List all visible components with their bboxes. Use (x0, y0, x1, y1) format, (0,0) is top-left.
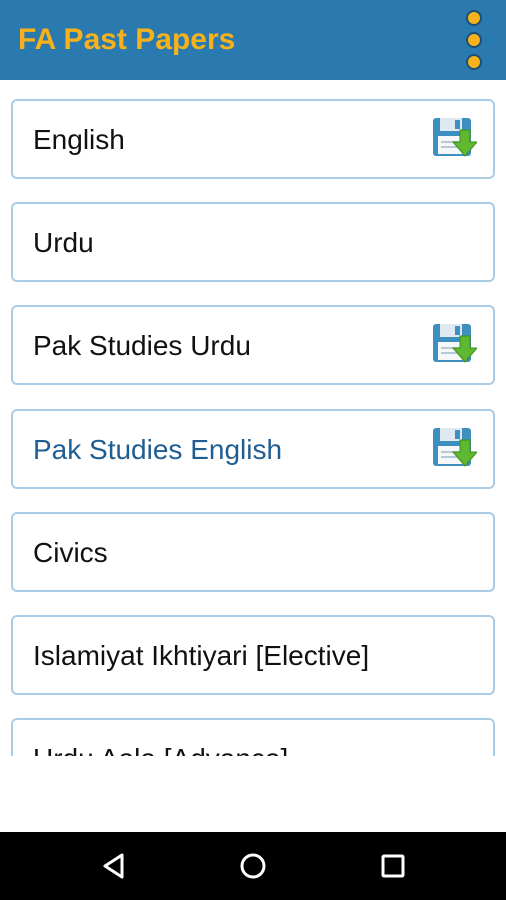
list-item-urdu[interactable]: Urdu (11, 202, 495, 282)
menu-dot-icon (466, 32, 482, 48)
save-download-icon[interactable] (431, 322, 477, 368)
list-item-label: Urdu Aala [Advance] (33, 720, 288, 756)
list-item-label: Civics (33, 537, 108, 568)
back-icon[interactable] (98, 850, 130, 882)
recents-icon[interactable] (377, 850, 409, 882)
system-nav-bar (0, 832, 506, 900)
save-download-icon[interactable] (431, 116, 477, 162)
list-item-label: Islamiyat Ikhtiyari [Elective] (33, 640, 370, 671)
overflow-menu-button[interactable] (458, 8, 490, 72)
app-bar: FA Past Papers (0, 0, 506, 80)
app-title: FA Past Papers (18, 23, 236, 56)
save-download-icon[interactable] (431, 426, 477, 472)
list-item-islamiyat-ikhtiyari[interactable]: Islamiyat Ikhtiyari [Elective] (11, 615, 495, 695)
subject-list[interactable]: English Urdu Pak Studies Urdu Pak Studie… (0, 80, 506, 756)
home-icon[interactable] (237, 850, 269, 882)
list-item-label: English (33, 124, 125, 155)
list-item-label: Urdu (33, 227, 94, 258)
list-item-urdu-aala[interactable]: Urdu Aala [Advance] (11, 718, 495, 756)
list-item-english[interactable]: English (11, 99, 495, 179)
menu-dot-icon (466, 10, 482, 26)
list-item-civics[interactable]: Civics (11, 512, 495, 592)
list-item-label: Pak Studies English (33, 434, 283, 465)
list-item-pak-studies-urdu[interactable]: Pak Studies Urdu (11, 305, 495, 385)
list-item-pak-studies-english[interactable]: Pak Studies English (11, 409, 495, 489)
menu-dot-icon (466, 54, 482, 70)
list-item-label: Pak Studies Urdu (33, 330, 251, 361)
